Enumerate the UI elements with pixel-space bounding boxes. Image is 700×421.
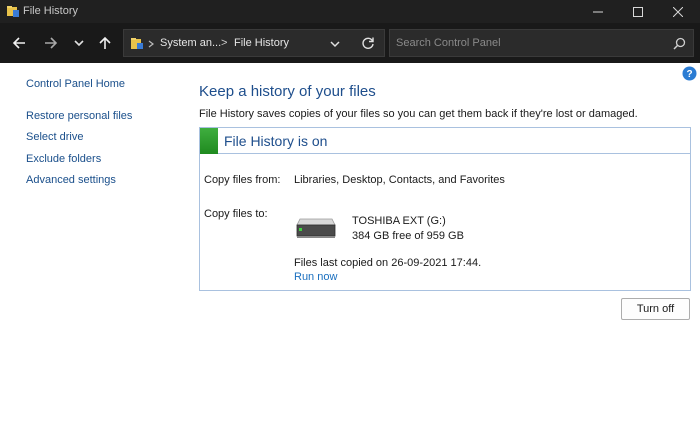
up-button[interactable] — [94, 32, 116, 54]
control-panel-folder-icon — [131, 38, 143, 49]
sidebar-item-exclude-folders[interactable]: Exclude folders — [26, 153, 101, 165]
recent-locations-button[interactable] — [68, 32, 90, 54]
last-copied-text: Files last copied on 26-09-2021 17:44. — [294, 257, 482, 269]
maximize-icon — [633, 6, 643, 17]
refresh-icon[interactable] — [361, 36, 375, 50]
search-icon[interactable] — [673, 37, 686, 50]
sidebar-item-select-drive[interactable]: Select drive — [26, 131, 83, 143]
copy-from-label: Copy files from: — [204, 174, 281, 186]
status-indicator — [200, 128, 218, 154]
search-input[interactable] — [396, 35, 656, 51]
chevron-right-icon — [148, 40, 154, 48]
file-history-status-panel: File History is on Copy files from: Libr… — [199, 127, 691, 291]
arrow-right-icon — [45, 37, 58, 49]
title-bar: File History — [0, 0, 700, 23]
external-drive-icon — [296, 218, 336, 238]
file-history-icon — [7, 6, 19, 17]
chevron-down-icon — [74, 40, 84, 47]
sidebar-item-restore-personal-files[interactable]: Restore personal files — [26, 110, 132, 122]
back-button[interactable] — [8, 32, 30, 54]
arrow-left-icon — [12, 37, 25, 49]
copy-to-label: Copy files to: — [204, 208, 268, 220]
drive-name: TOSHIBA EXT (G:) — [352, 215, 446, 227]
breadcrumb-system[interactable]: System an... — [160, 37, 221, 49]
minimize-button[interactable] — [578, 0, 618, 23]
window-title: File History — [23, 5, 79, 17]
navigation-bar: System an... > File History — [0, 23, 700, 63]
run-now-link[interactable]: Run now — [294, 271, 337, 283]
left-pane: Control Panel Home Restore personal file… — [0, 63, 186, 421]
svg-text:?: ? — [686, 69, 692, 80]
drive-free-space: 384 GB free of 959 GB — [352, 230, 464, 242]
close-button[interactable] — [658, 0, 698, 23]
status-text: File History is on — [224, 133, 328, 149]
arrow-up-icon — [99, 36, 111, 49]
address-bar[interactable]: System an... > File History — [123, 29, 385, 57]
copy-from-value: Libraries, Desktop, Contacts, and Favori… — [294, 174, 505, 186]
sidebar-item-advanced-settings[interactable]: Advanced settings — [26, 174, 116, 186]
maximize-button[interactable] — [618, 0, 658, 23]
breadcrumb-file-history[interactable]: File History — [234, 37, 289, 49]
forward-button[interactable] — [40, 32, 62, 54]
breadcrumb-separator[interactable]: > — [221, 37, 227, 49]
sidebar-item-control-panel-home[interactable]: Control Panel Home — [26, 78, 125, 90]
close-icon — [673, 6, 683, 17]
search-box[interactable] — [389, 29, 694, 57]
page-title: Keep a history of your files — [199, 83, 376, 100]
turn-off-button[interactable]: Turn off — [621, 298, 690, 320]
help-icon[interactable]: ? — [682, 66, 697, 81]
page-description: File History saves copies of your files … — [199, 108, 638, 120]
status-header: File History is on — [200, 128, 690, 154]
address-dropdown-icon[interactable] — [329, 38, 341, 50]
minimize-icon — [593, 11, 603, 12]
